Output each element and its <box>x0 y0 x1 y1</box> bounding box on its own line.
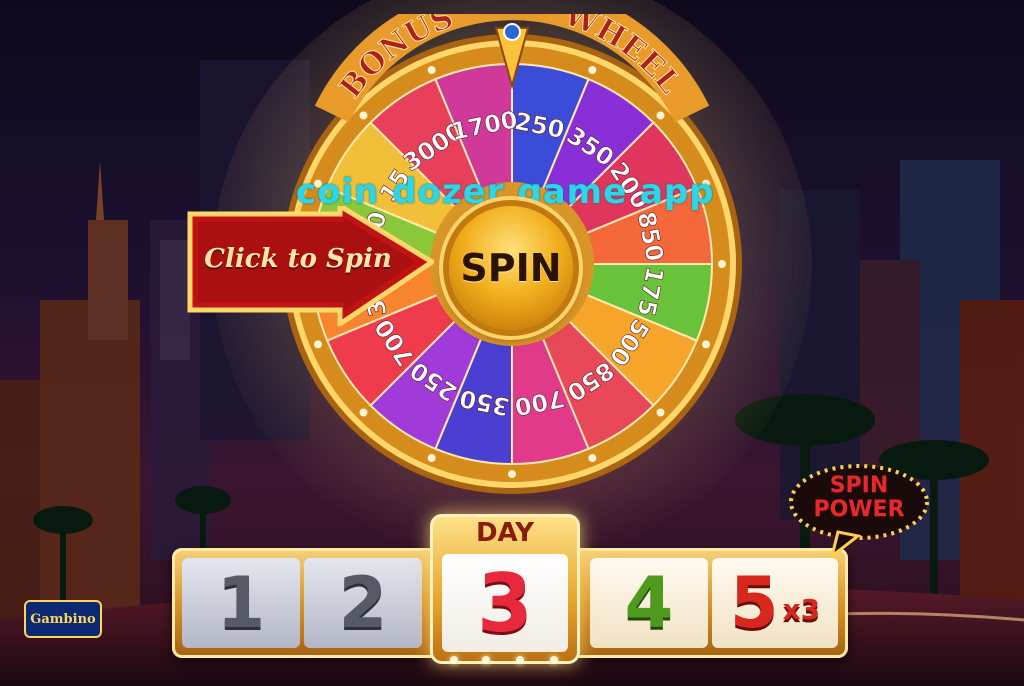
click-to-spin-arrow[interactable]: Click to Spin <box>184 201 437 329</box>
rim-bulb-icon <box>427 454 436 463</box>
day-4-cell: 4 <box>590 558 708 648</box>
day-label: DAY <box>475 518 535 548</box>
click-to-spin-label: Click to Spin <box>204 244 392 274</box>
rim-bulb-icon <box>313 340 322 349</box>
current-day-highlight: DAY 3 <box>430 514 580 664</box>
day-4-number: 4 <box>624 562 674 644</box>
rim-bulb-icon <box>656 408 665 417</box>
rim-bulb-icon <box>508 470 516 478</box>
rim-bulb-icon <box>702 340 711 349</box>
day-1-number: 1 <box>216 562 266 644</box>
day-1-cell: 1 <box>182 558 300 648</box>
day-3-cell: 3 <box>442 554 568 652</box>
spin-power-badge: SPIN POWER <box>786 462 932 560</box>
day-5-multiplier: x3 <box>782 593 821 626</box>
spin-power-line-2: POWER <box>813 497 905 522</box>
rim-bulb-icon <box>427 65 436 74</box>
spin-button-label: SPIN <box>460 246 562 290</box>
rim-bulb-icon <box>588 65 597 74</box>
pointer-gem-icon <box>503 23 521 41</box>
rim-bulb-icon <box>359 111 368 120</box>
day-2-number: 2 <box>338 562 388 644</box>
light-bulb-icon <box>550 656 558 664</box>
spin-button[interactable]: SPIN <box>449 206 573 330</box>
rim-bulb-icon <box>656 111 665 120</box>
logo-text: Gambino <box>30 611 96 627</box>
light-bulb-icon <box>516 656 524 664</box>
day-5-number: 5 <box>729 562 779 644</box>
gambino-logo: Gambino <box>24 600 102 638</box>
day-2-cell: 2 <box>304 558 422 648</box>
rim-bulb-icon <box>359 408 368 417</box>
spin-power-line-1: SPIN <box>829 473 889 498</box>
day-3-number: 3 <box>477 556 533 650</box>
day-5-cell: 5 x3 <box>712 558 838 648</box>
light-bulb-icon <box>482 656 490 664</box>
light-bulb-icon <box>450 656 458 664</box>
rim-bulb-icon <box>588 454 597 463</box>
rim-bulb-icon <box>718 260 726 268</box>
